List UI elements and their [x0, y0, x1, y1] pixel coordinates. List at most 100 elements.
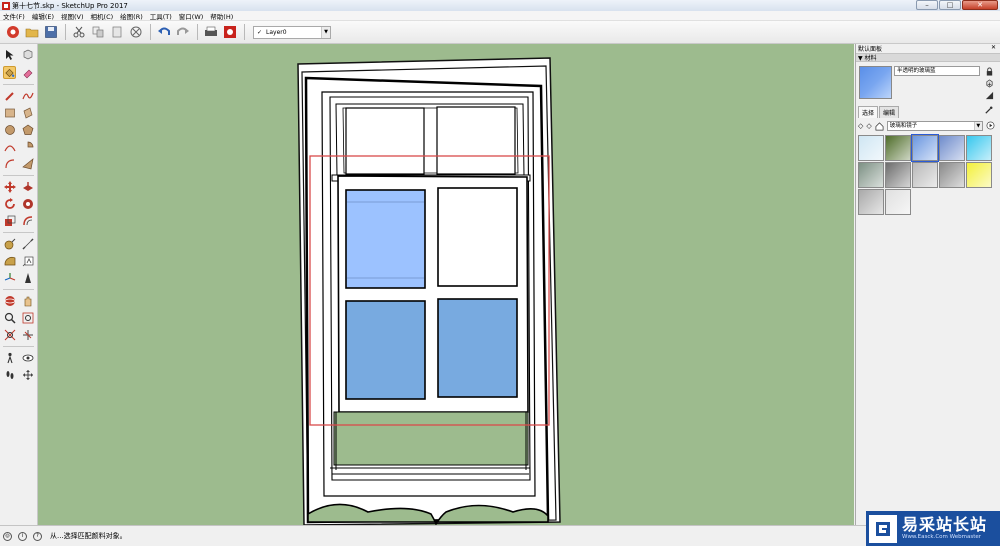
push-pull-tool[interactable] — [21, 180, 34, 193]
details-arrow-icon[interactable] — [986, 121, 995, 132]
collection-dropdown[interactable]: 玻璃和镜子 ▼ — [886, 121, 983, 131]
back-arrow-icon[interactable]: ◇ — [858, 122, 863, 130]
tool-row — [3, 123, 34, 136]
menu-draw[interactable]: 绘图(R) — [120, 11, 143, 21]
material-swatch[interactable] — [858, 189, 884, 215]
paint-bucket-tool[interactable] — [3, 66, 16, 79]
three-point-arc-icon — [21, 157, 34, 169]
create-material-button[interactable] — [984, 78, 994, 88]
save-button[interactable] — [42, 24, 59, 41]
paste-button[interactable] — [108, 24, 125, 41]
tab-select[interactable]: 选择 — [858, 106, 879, 118]
3d-text-tool[interactable] — [21, 271, 34, 284]
figure-icon — [6, 352, 13, 363]
eraser-tool[interactable] — [21, 66, 34, 79]
redo-button[interactable] — [174, 24, 191, 41]
material-swatch[interactable] — [912, 162, 938, 188]
section-plane-tool[interactable] — [21, 368, 34, 381]
offset-tool[interactable] — [21, 214, 34, 227]
tool-separator — [3, 175, 34, 176]
look-around-tool[interactable] — [21, 351, 34, 364]
menu-view[interactable]: 视图(V) — [61, 11, 84, 21]
modeling-viewport[interactable] — [38, 44, 854, 525]
previous-view-tool[interactable] — [21, 328, 34, 341]
scale-tool[interactable] — [3, 214, 16, 227]
lock-icon-button[interactable] — [984, 66, 994, 76]
menu-edit[interactable]: 编辑(E) — [32, 11, 54, 21]
line-tool[interactable] — [3, 89, 16, 102]
component-tool[interactable] — [21, 48, 34, 61]
push-pull-icon — [22, 181, 33, 191]
freehand-tool[interactable] — [21, 89, 34, 102]
credits-icon[interactable]: i — [18, 531, 27, 541]
material-swatch[interactable] — [966, 162, 992, 188]
menu-tools[interactable]: 工具(T) — [150, 11, 172, 21]
chevron-down-icon[interactable]: ▼ — [321, 26, 330, 38]
default-material-button[interactable] — [984, 90, 994, 100]
model-info-2-button[interactable] — [221, 24, 238, 41]
tab-edit[interactable]: 编辑 — [879, 106, 900, 118]
material-swatch[interactable] — [885, 135, 911, 161]
minimize-button[interactable]: – — [916, 0, 938, 10]
move-tool[interactable] — [3, 180, 16, 193]
undo-button[interactable] — [155, 24, 172, 41]
menu-help[interactable]: 帮助(H) — [210, 11, 233, 21]
orbit-icon — [4, 295, 15, 306]
help-icon[interactable]: ? — [33, 531, 42, 541]
menu-window[interactable]: 窗口(W) — [179, 11, 204, 21]
materials-section-header[interactable]: ▼ 材料 — [856, 53, 1000, 62]
tool-row — [3, 328, 34, 341]
material-swatch[interactable] — [911, 134, 939, 162]
open-button[interactable] — [23, 24, 40, 41]
zoom-tool[interactable] — [3, 311, 16, 324]
tool-row — [3, 89, 34, 102]
arc-tool[interactable] — [3, 140, 16, 153]
close-button[interactable]: ✕ — [962, 0, 998, 10]
cut-button[interactable] — [70, 24, 87, 41]
forward-arrow-icon[interactable]: ◇ — [866, 122, 871, 130]
orbit-tool[interactable] — [3, 294, 16, 307]
rotated-rectangle-tool[interactable] — [21, 106, 34, 119]
maximize-button[interactable]: □ — [939, 0, 961, 10]
material-swatch[interactable] — [858, 162, 884, 188]
pie-tool[interactable] — [21, 140, 34, 153]
polygon-tool[interactable] — [21, 123, 34, 136]
material-swatch[interactable] — [966, 135, 992, 161]
layer-dropdown[interactable]: ✓ Layer0 ▼ — [253, 25, 331, 39]
pan-tool[interactable] — [21, 294, 34, 307]
geo-location-icon[interactable]: ◎ — [3, 531, 12, 541]
material-name-field[interactable]: 半透明的玻璃蓝 — [894, 66, 980, 76]
menu-camera[interactable]: 相机(C) — [91, 11, 114, 21]
zoom-extents-tool[interactable] — [3, 328, 16, 341]
dimension-tool[interactable] — [21, 237, 34, 250]
home-icon[interactable] — [875, 121, 884, 131]
select-tool[interactable] — [3, 48, 16, 61]
material-swatch[interactable] — [939, 135, 965, 161]
eyedropper-button[interactable] — [984, 106, 993, 117]
follow-me-tool[interactable] — [21, 197, 34, 210]
material-swatch[interactable] — [885, 162, 911, 188]
menu-file[interactable]: 文件(F) — [3, 11, 25, 21]
three-point-arc-tool[interactable] — [21, 157, 34, 170]
material-swatch[interactable] — [885, 189, 911, 215]
print-button[interactable] — [202, 24, 219, 41]
copy-button[interactable] — [89, 24, 106, 41]
protractor-tool[interactable] — [3, 254, 16, 267]
axes-tool[interactable] — [3, 271, 16, 284]
material-swatch[interactable] — [858, 135, 884, 161]
tray-close-icon[interactable]: ✕ — [991, 44, 996, 51]
rotate-tool[interactable] — [3, 197, 16, 210]
position-camera-tool[interactable] — [3, 351, 16, 364]
erase-button[interactable] — [127, 24, 144, 41]
material-swatch[interactable] — [939, 162, 965, 188]
chevron-down-icon[interactable]: ▼ — [973, 122, 982, 130]
tape-measure-tool[interactable] — [3, 237, 16, 250]
text-tool[interactable] — [21, 254, 34, 267]
tool-separator — [3, 232, 34, 233]
two-point-arc-tool[interactable] — [3, 157, 16, 170]
circle-tool[interactable] — [3, 123, 16, 136]
model-info-button[interactable] — [4, 24, 21, 41]
walk-tool[interactable] — [3, 368, 16, 381]
zoom-window-tool[interactable] — [21, 311, 34, 324]
rectangle-tool[interactable] — [3, 106, 16, 119]
